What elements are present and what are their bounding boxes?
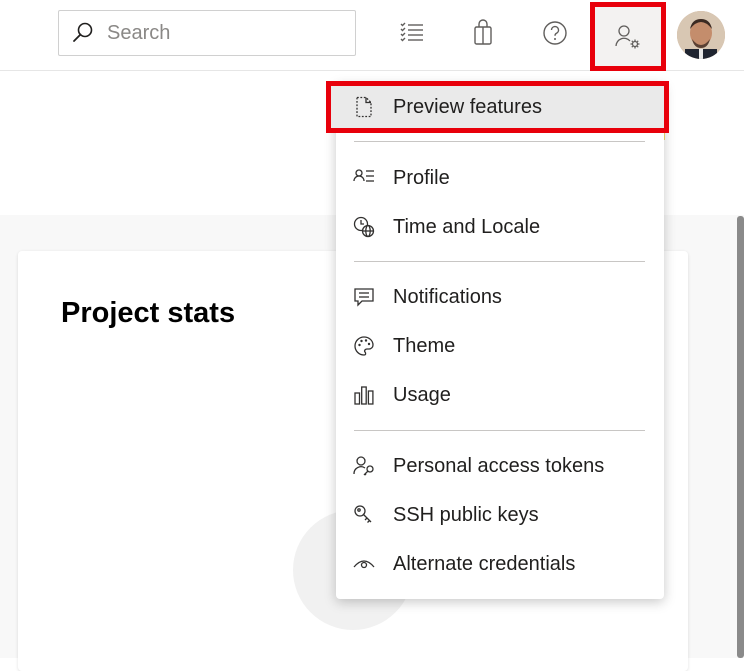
preview-features-row[interactable]: Preview features <box>336 85 666 129</box>
menu-item-label: Time and Locale <box>393 215 541 238</box>
help-icon <box>543 21 567 45</box>
profile-icon <box>353 169 374 182</box>
marketplace-button[interactable] <box>461 11 505 55</box>
search-input[interactable] <box>105 20 349 46</box>
usage-chart-icon <box>354 386 374 405</box>
menu-separator <box>354 261 645 262</box>
user-settings-icon <box>615 24 640 48</box>
alternate-credentials-icon <box>353 560 375 569</box>
search-icon <box>73 22 93 42</box>
card-title: Project stats <box>61 297 236 329</box>
work-items-icon <box>400 22 423 42</box>
menu-separator <box>354 430 645 431</box>
menu-item-profile[interactable]: Profile <box>336 156 664 200</box>
menu-item-label: Alternate credentials <box>393 552 576 575</box>
menu-item-usage[interactable]: Usage <box>336 373 664 417</box>
menu-item-label: Personal access tokens <box>393 454 605 477</box>
user-settings-menu: Profile Time and Locale Notifications Th… <box>336 83 664 599</box>
menu-item-preview-features[interactable]: Preview features <box>326 81 669 133</box>
menu-item-label: SSH public keys <box>393 503 539 526</box>
menu-item-time-locale[interactable]: Time and Locale <box>336 205 664 249</box>
work-items-button[interactable] <box>390 11 434 55</box>
avatar[interactable] <box>677 11 725 59</box>
menu-item-label: Notifications <box>393 285 502 308</box>
menu-separator <box>354 141 645 142</box>
menu-item-theme[interactable]: Theme <box>336 324 664 368</box>
menu-item-notifications[interactable]: Notifications <box>336 275 664 319</box>
personal-access-tokens-icon <box>353 456 374 476</box>
search-box[interactable] <box>58 10 356 56</box>
menu-item-label: Preview features <box>393 95 542 118</box>
time-locale-icon <box>353 216 375 238</box>
menu-item-ssh-public-keys[interactable]: SSH public keys <box>336 493 664 537</box>
ssh-keys-icon <box>354 505 372 523</box>
menu-item-personal-access-tokens[interactable]: Personal access tokens <box>336 444 664 488</box>
scrollbar[interactable] <box>737 216 744 658</box>
menu-item-label: Profile <box>393 166 450 189</box>
menu-item-label: Usage <box>393 383 451 406</box>
avatar-picture <box>677 11 725 59</box>
help-button[interactable] <box>533 11 577 55</box>
marketplace-bag-icon <box>474 19 492 45</box>
notifications-icon <box>354 288 374 307</box>
top-bar <box>0 0 744 71</box>
theme-palette-icon <box>354 336 374 356</box>
user-settings-button[interactable] <box>590 2 666 71</box>
menu-item-label: Theme <box>393 334 456 357</box>
menu-item-alternate-credentials[interactable]: Alternate credentials <box>336 542 664 586</box>
preview-features-icon <box>356 96 372 118</box>
